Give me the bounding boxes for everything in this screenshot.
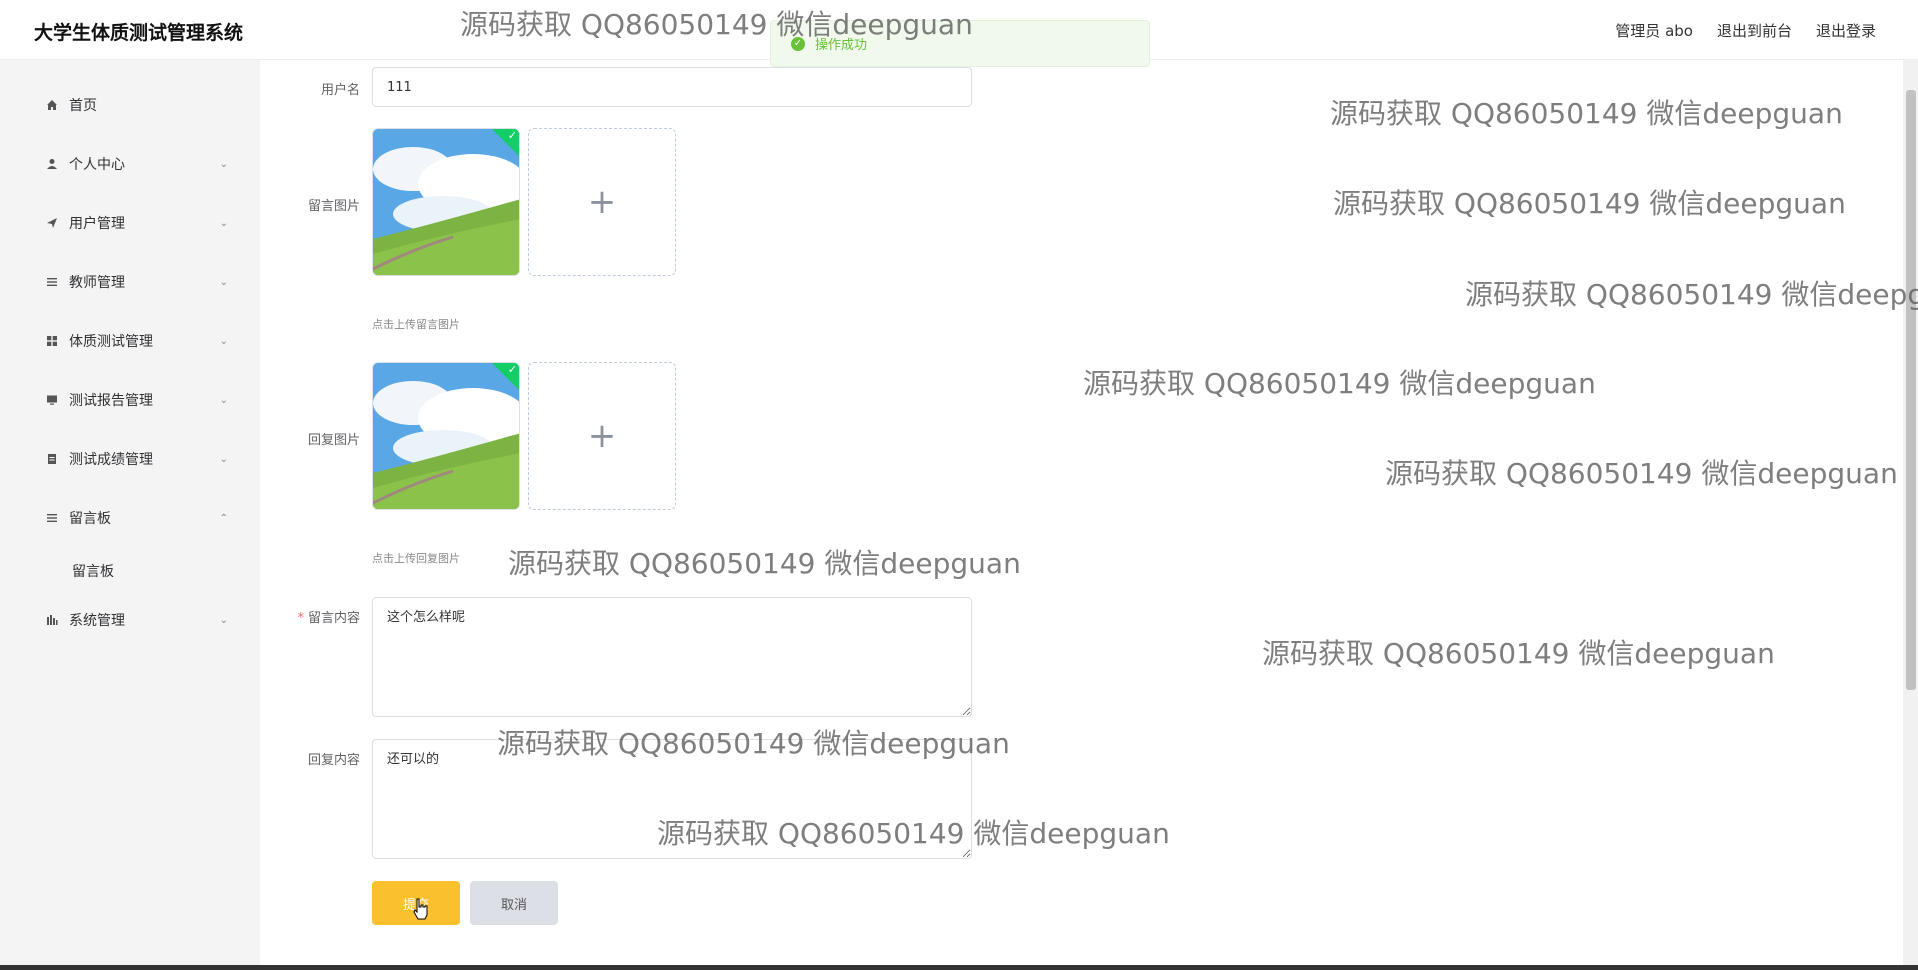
reply-content-textarea[interactable]: 还可以的 bbox=[372, 739, 972, 859]
sidebar-item-test-score-management[interactable]: 测试成绩管理 ⌄ bbox=[20, 439, 238, 479]
message-content-label: * 留言内容 bbox=[297, 611, 360, 626]
chevron-down-icon: ⌄ bbox=[219, 158, 228, 170]
message-image-label: 留言图片 bbox=[307, 199, 360, 214]
sidebar-item-user-management[interactable]: 用户管理 ⌄ bbox=[20, 203, 238, 243]
top-links: 管理员 abo 退出到前台 退出登录 bbox=[1615, 20, 1876, 41]
taskbar-strip bbox=[0, 965, 1918, 970]
chevron-down-icon: ⌄ bbox=[219, 335, 228, 347]
check-icon: ✓ bbox=[507, 129, 517, 142]
admin-label: 管理员 abo bbox=[1615, 22, 1693, 40]
message-image-hint: 点击上传留言图片 bbox=[372, 318, 460, 331]
toast-message: 操作成功 bbox=[815, 38, 868, 53]
sidebar-item-message-board[interactable]: 留言板 ⌃ bbox=[20, 498, 238, 538]
sidebar-item-home[interactable]: 首页 bbox=[20, 85, 238, 125]
sidebar-item-label: 测试成绩管理 bbox=[69, 452, 153, 468]
sidebar-item-fitness-test-management[interactable]: 体质测试管理 ⌄ bbox=[20, 321, 238, 361]
hand-cursor-icon bbox=[412, 898, 430, 924]
app-title: 大学生体质测试管理系统 bbox=[34, 22, 244, 44]
send-icon bbox=[45, 216, 59, 230]
reply-image-hint: 点击上传回复图片 bbox=[372, 552, 460, 565]
home-icon bbox=[45, 98, 59, 112]
logout-link[interactable]: 退出登录 bbox=[1816, 20, 1876, 41]
goto-front-link[interactable]: 退出到前台 bbox=[1717, 20, 1792, 41]
required-marker: * bbox=[297, 611, 304, 626]
reply-image-uploader[interactable]: + bbox=[528, 362, 676, 510]
sidebar-subitem-message-board[interactable]: 留言板 bbox=[72, 561, 114, 581]
chevron-down-icon: ⌄ bbox=[219, 394, 228, 406]
message-content-textarea[interactable]: 这个怎么样呢 bbox=[372, 597, 972, 717]
scrollbar-thumb[interactable] bbox=[1906, 90, 1916, 690]
chevron-down-icon: ⌄ bbox=[219, 217, 228, 229]
chart-icon bbox=[45, 613, 59, 627]
reply-content-label: 回复内容 bbox=[307, 753, 360, 768]
list-icon bbox=[45, 275, 59, 289]
plus-icon: + bbox=[587, 416, 617, 456]
sidebar-item-label: 个人中心 bbox=[69, 157, 125, 173]
reply-image-thumbnail[interactable]: ✓ bbox=[372, 362, 520, 510]
plus-icon: + bbox=[587, 182, 617, 222]
chevron-up-icon: ⌃ bbox=[219, 512, 228, 524]
landscape-image bbox=[373, 363, 519, 509]
username-input[interactable] bbox=[372, 67, 972, 107]
document-icon bbox=[45, 452, 59, 466]
sidebar: 首页 个人中心 ⌄ 用户管理 ⌄ 教师管理 ⌄ 体质测试管理 ⌄ 测试报告管理 … bbox=[20, 75, 238, 735]
grid-icon bbox=[45, 334, 59, 348]
sidebar-item-label: 首页 bbox=[69, 98, 97, 114]
sidebar-item-label: 用户管理 bbox=[69, 216, 125, 232]
sidebar-item-label: 教师管理 bbox=[69, 275, 125, 291]
monitor-icon bbox=[45, 393, 59, 407]
message-image-thumbnail[interactable]: ✓ bbox=[372, 128, 520, 276]
sidebar-item-test-report-management[interactable]: 测试报告管理 ⌄ bbox=[20, 380, 238, 420]
username-label: 用户名 bbox=[320, 83, 360, 98]
success-toast: ✓ 操作成功 bbox=[770, 20, 1150, 67]
check-icon: ✓ bbox=[507, 363, 517, 376]
sidebar-item-system-management[interactable]: 系统管理 ⌄ bbox=[20, 600, 238, 640]
sidebar-item-label: 体质测试管理 bbox=[69, 334, 153, 350]
message-image-uploader[interactable]: + bbox=[528, 128, 676, 276]
sidebar-item-label: 留言板 bbox=[69, 511, 111, 527]
chevron-down-icon: ⌄ bbox=[219, 614, 228, 626]
sidebar-item-label: 系统管理 bbox=[69, 613, 125, 629]
landscape-image bbox=[373, 129, 519, 275]
chevron-down-icon: ⌄ bbox=[219, 276, 228, 288]
chevron-down-icon: ⌄ bbox=[219, 453, 228, 465]
list-icon bbox=[45, 511, 59, 525]
user-icon bbox=[45, 157, 59, 171]
sidebar-item-teacher-management[interactable]: 教师管理 ⌄ bbox=[20, 262, 238, 302]
reply-image-label: 回复图片 bbox=[307, 433, 360, 448]
sidebar-item-label: 测试报告管理 bbox=[69, 393, 153, 409]
success-check-icon: ✓ bbox=[791, 36, 805, 51]
sidebar-item-personal-center[interactable]: 个人中心 ⌄ bbox=[20, 144, 238, 184]
cancel-button[interactable]: 取消 bbox=[470, 881, 558, 925]
